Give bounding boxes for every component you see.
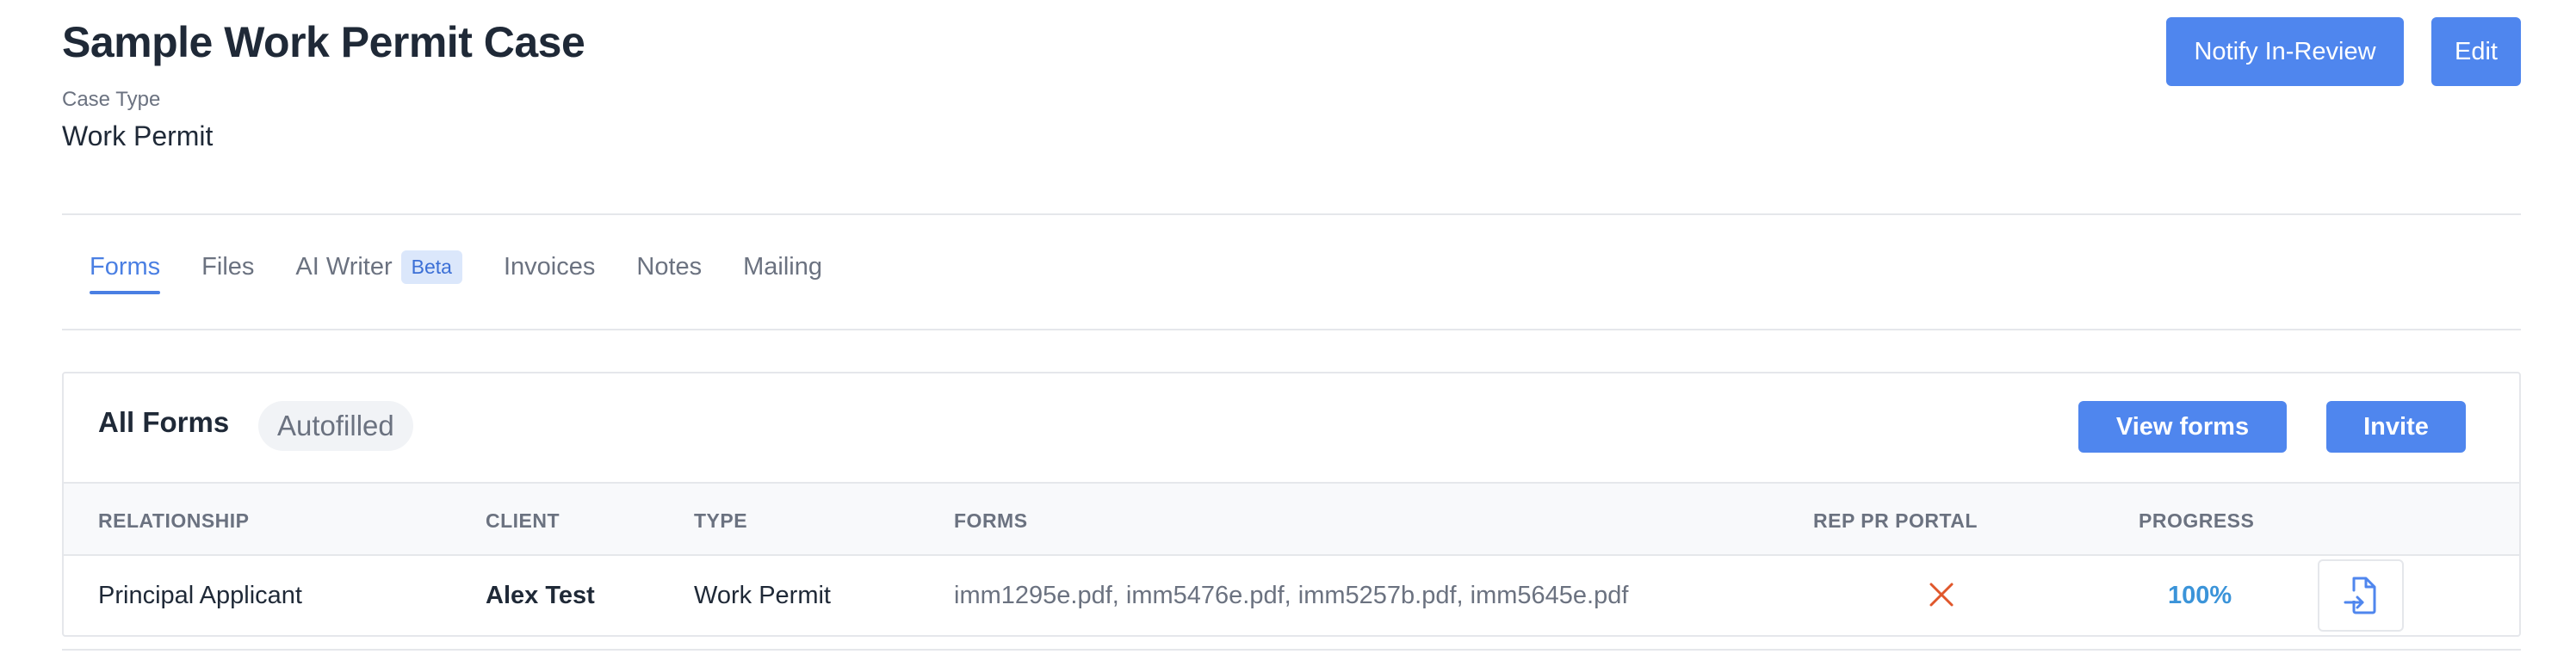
view-forms-button[interactable]: View forms bbox=[2078, 401, 2287, 453]
column-header-progress: PROGRESS bbox=[2139, 509, 2255, 532]
type-cell: Work Permit bbox=[694, 582, 831, 609]
column-header-forms: FORMS bbox=[954, 509, 1028, 532]
case-type-value: Work Permit bbox=[62, 120, 214, 151]
tab-files[interactable]: Files bbox=[201, 241, 254, 286]
forms-card: All Forms Autofilled View forms Invite R… bbox=[62, 372, 2521, 637]
header-divider bbox=[62, 213, 2521, 215]
beta-badge: Beta bbox=[400, 250, 462, 284]
file-import-icon bbox=[2344, 577, 2376, 614]
column-header-type: TYPE bbox=[694, 509, 748, 532]
tab-label: Invoices bbox=[503, 252, 596, 281]
client-cell[interactable]: Alex Test bbox=[486, 582, 595, 610]
card-title: All Forms bbox=[98, 406, 230, 438]
table-header: RELATIONSHIP CLIENT TYPE FORMS REP PR PO… bbox=[64, 482, 2519, 556]
tab-invoices[interactable]: Invoices bbox=[504, 241, 595, 286]
notify-in-review-button[interactable]: Notify In-Review bbox=[2166, 17, 2404, 86]
edit-button[interactable]: Edit bbox=[2431, 17, 2521, 86]
tab-ai-writer[interactable]: AI Writer Beta bbox=[295, 241, 462, 286]
tab-label: Notes bbox=[636, 252, 703, 281]
tab-label: Files bbox=[201, 252, 255, 281]
case-page: Sample Work Permit Case Case Type Work P… bbox=[0, 0, 2576, 654]
tabs-divider bbox=[62, 329, 2521, 330]
tab-label: Mailing bbox=[743, 252, 823, 281]
x-icon bbox=[1929, 583, 1954, 607]
column-header-rep-pr-portal: REP PR PORTAL bbox=[1813, 509, 1978, 532]
forms-cell: imm1295e.pdf, imm5476e.pdf, imm5257b.pdf… bbox=[954, 582, 1629, 609]
column-header-relationship: RELATIONSHIP bbox=[98, 509, 250, 532]
table-row[interactable]: Principal Applicant Alex Test Work Permi… bbox=[64, 556, 2519, 637]
tab-forms[interactable]: Forms bbox=[90, 241, 161, 294]
tab-notes[interactable]: Notes bbox=[636, 241, 702, 286]
invite-button[interactable]: Invite bbox=[2326, 401, 2466, 453]
import-file-button[interactable] bbox=[2318, 559, 2404, 632]
case-tabs: Forms Files AI Writer Beta Invoices Note… bbox=[90, 241, 864, 310]
page-title: Sample Work Permit Case bbox=[62, 18, 585, 66]
bottom-divider bbox=[62, 649, 2521, 651]
autofilled-filter-pill[interactable]: Autofilled bbox=[258, 401, 413, 451]
case-type-label: Case Type bbox=[62, 88, 161, 111]
tab-mailing[interactable]: Mailing bbox=[743, 241, 822, 286]
progress-value: 100% bbox=[2168, 582, 2232, 609]
relationship-cell: Principal Applicant bbox=[98, 582, 302, 609]
tab-label: Forms bbox=[90, 252, 161, 281]
tab-label: AI Writer bbox=[295, 252, 393, 281]
column-header-client: CLIENT bbox=[486, 509, 560, 532]
